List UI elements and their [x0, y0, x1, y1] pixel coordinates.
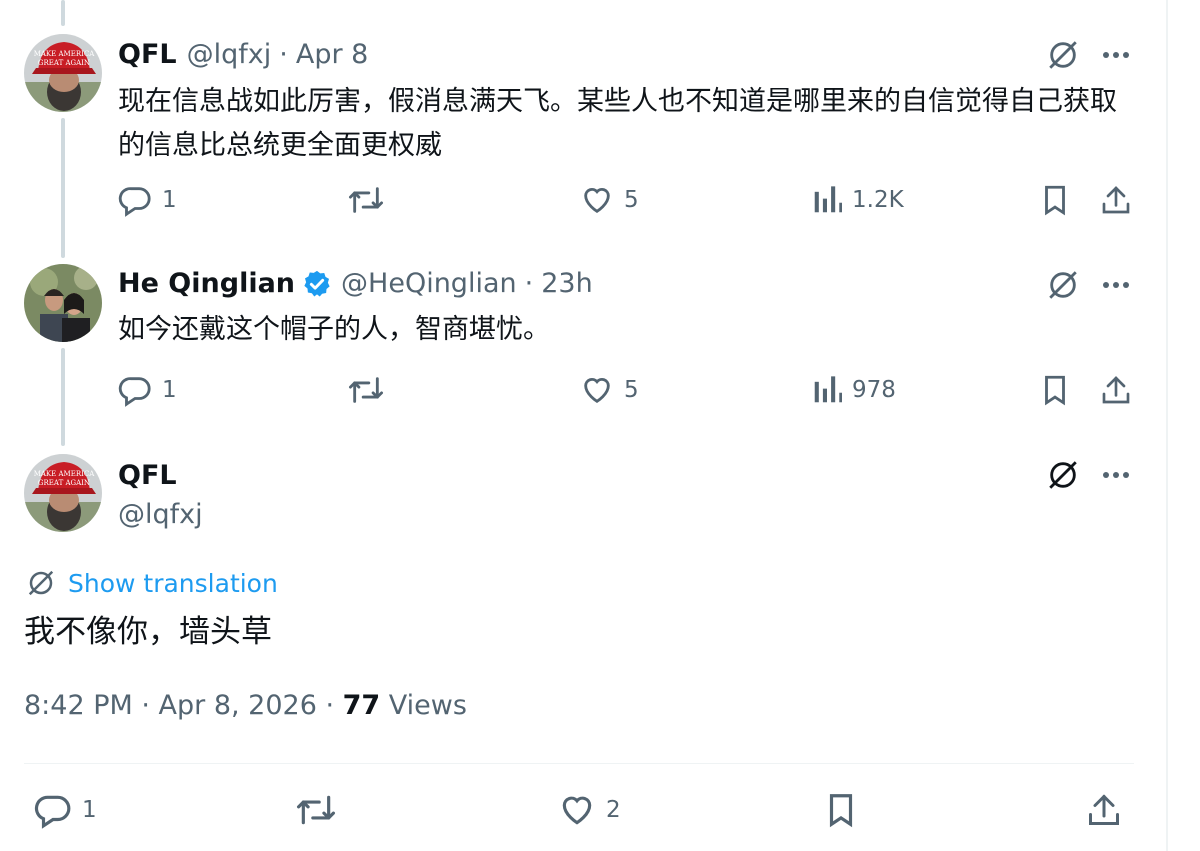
like-count: 5 — [624, 187, 639, 213]
more-icon[interactable] — [1102, 51, 1130, 59]
more-icon[interactable] — [1102, 281, 1130, 289]
retweet-icon — [348, 377, 383, 403]
like-icon — [584, 378, 610, 404]
views-button[interactable]: 1.2K — [812, 183, 904, 217]
display-name[interactable]: QFL — [118, 459, 177, 493]
main-handle-row: @lqfxj — [118, 498, 203, 532]
display-name[interactable]: He Qinglian — [118, 267, 295, 301]
tweet-time[interactable]: 23h — [541, 267, 592, 301]
thread-line-1 — [61, 118, 65, 258]
like-count: 5 — [624, 377, 639, 403]
display-name[interactable]: QFL — [118, 38, 177, 72]
tweet-top-actions — [1046, 38, 1130, 72]
avatar-qfl[interactable]: MAKE AMERICA GREAT AGAIN — [24, 454, 102, 532]
share-icon — [1102, 186, 1130, 214]
svg-text:GREAT AGAIN: GREAT AGAIN — [38, 479, 90, 487]
reply-button[interactable]: 1 — [118, 183, 177, 217]
tweet-meta: 8:42 PM · Apr 8, 2026 · 77 Views — [24, 690, 467, 721]
bookmark-icon — [829, 794, 853, 828]
retweet-icon — [348, 187, 383, 213]
tweet-time[interactable]: Apr 8 — [296, 38, 368, 72]
like-icon — [562, 796, 592, 825]
verified-badge-icon — [302, 269, 332, 299]
user-handle[interactable]: @lqfxj — [118, 498, 203, 532]
reply-count: 1 — [162, 377, 177, 403]
share-button[interactable] — [1100, 183, 1132, 217]
retweet-button[interactable] — [294, 791, 338, 829]
more-icon[interactable] — [1102, 471, 1130, 479]
user-handle[interactable]: @lqfxj — [187, 38, 272, 72]
share-button[interactable] — [1100, 373, 1132, 407]
like-button[interactable]: 2 — [558, 791, 621, 829]
separator: · — [524, 268, 534, 299]
views-count: 978 — [852, 377, 896, 403]
reply-icon — [34, 795, 71, 829]
like-button[interactable]: 5 — [580, 373, 639, 407]
reply-icon — [118, 187, 151, 217]
views-button[interactable]: 978 — [812, 373, 896, 407]
tweet-header: QFL @lqfxj · Apr 8 — [118, 38, 368, 72]
tweet-text: 如今还戴这个帽子的人，智商堪忧。 — [118, 314, 550, 345]
main-tweet-text: 我不像你，墙头草 — [24, 614, 272, 650]
show-translation-link[interactable]: Show translation — [26, 568, 278, 598]
reply-count: 1 — [162, 187, 177, 213]
views-label: Views — [380, 690, 467, 721]
reply-icon — [118, 377, 151, 407]
main-name-row: QFL — [118, 459, 177, 493]
views-number: 77 — [342, 690, 381, 721]
grok-icon[interactable] — [1046, 268, 1080, 302]
bookmark-icon — [1045, 375, 1065, 406]
grok-icon[interactable] — [1046, 38, 1080, 72]
share-icon — [1089, 794, 1119, 825]
reply-button[interactable]: 1 — [118, 373, 177, 407]
reply-button[interactable]: 1 — [34, 791, 97, 829]
grok-icon[interactable] — [1046, 458, 1080, 492]
views-icon — [814, 186, 842, 213]
bookmark-button[interactable] — [824, 791, 858, 829]
share-button[interactable] — [1086, 791, 1122, 829]
bookmark-button[interactable] — [1040, 183, 1070, 217]
bookmark-icon — [1045, 185, 1065, 216]
divider — [24, 763, 1134, 764]
timestamp[interactable]: 8:42 PM · Apr 8, 2026 · — [24, 690, 343, 721]
timeline-border — [1166, 0, 1168, 851]
thread-line-2 — [61, 348, 65, 446]
avatar-heqinglian[interactable] — [24, 264, 102, 342]
thread-line-top — [61, 0, 65, 26]
separator: · — [279, 39, 288, 70]
reply-count: 1 — [82, 797, 97, 823]
like-icon — [584, 188, 610, 214]
like-button[interactable]: 5 — [580, 183, 639, 217]
tweet-top-actions — [1046, 458, 1130, 492]
share-icon — [1102, 376, 1130, 404]
translate-icon — [28, 570, 54, 596]
views-icon — [814, 376, 842, 403]
retweet-button[interactable] — [347, 373, 385, 407]
svg-text:GREAT AGAIN: GREAT AGAIN — [38, 59, 90, 67]
retweet-button[interactable] — [347, 183, 385, 217]
avatar-qfl[interactable]: MAKE AMERICA GREAT AGAIN — [24, 34, 102, 112]
svg-text:MAKE AMERICA: MAKE AMERICA — [34, 470, 96, 478]
tweet-header: He Qinglian @HeQinglian · 23h — [118, 267, 593, 301]
retweet-icon — [297, 795, 335, 825]
bookmark-button[interactable] — [1040, 373, 1070, 407]
views-count: 1.2K — [852, 187, 904, 213]
tweet-top-actions — [1046, 268, 1130, 302]
show-translation-label: Show translation — [68, 568, 278, 598]
user-handle[interactable]: @HeQinglian — [341, 267, 517, 301]
like-count: 2 — [606, 797, 621, 823]
tweet-text: 现在信息战如此厉害，假消息满天飞。某些人也不知道是哪里来的自信觉得自己获取的信息… — [118, 86, 1117, 161]
svg-text:MAKE AMERICA: MAKE AMERICA — [34, 50, 96, 58]
